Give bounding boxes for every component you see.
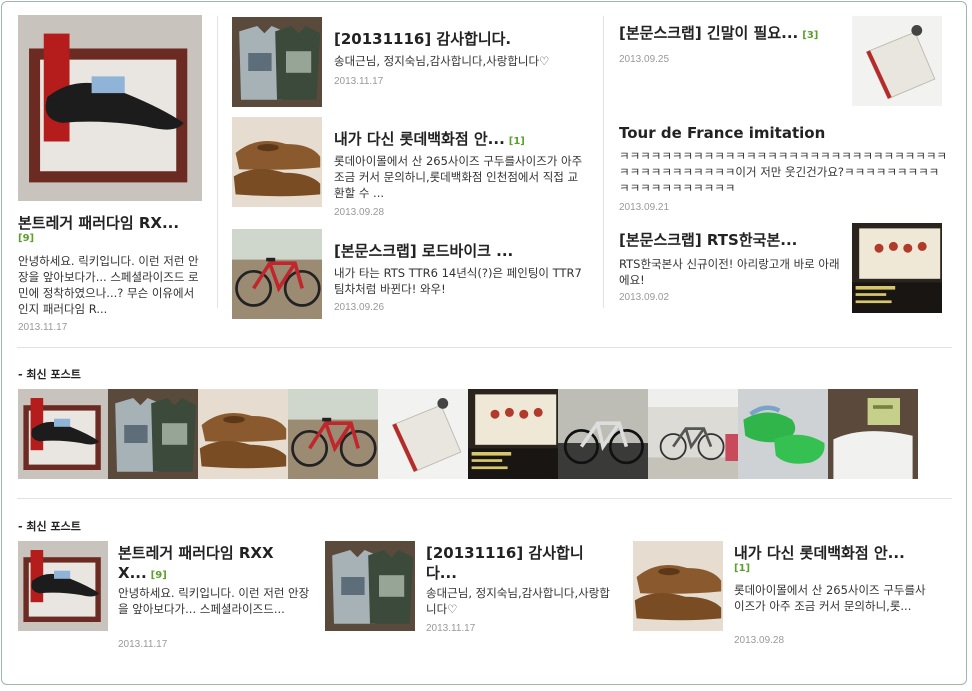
recent-thumbnail-strip	[18, 389, 918, 479]
post-comment-count[interactable]: [3]	[802, 30, 818, 41]
post-date: 2013.09.26	[334, 302, 385, 313]
post-date: 2013.09.25	[619, 54, 670, 65]
strip-thumbnail[interactable]	[198, 389, 288, 479]
saddle-photo	[18, 389, 108, 479]
post-title[interactable]: [본문스크랩] RTS한국본...	[619, 230, 847, 250]
bike-wall-photo	[648, 389, 738, 479]
recent-title[interactable]: 본트레거 패러다임 RXX X... [9]	[118, 543, 293, 583]
shoes-photo	[198, 389, 288, 479]
post-summary[interactable]: RTS한국본사 신규이전! 아리랑고개 바로 아래에요!	[619, 256, 847, 288]
recent-date: 2013.11.17	[426, 623, 476, 634]
section-divider	[17, 498, 952, 499]
saddle-photo	[18, 541, 108, 631]
recent-thumbnail[interactable]	[633, 541, 723, 631]
recent-list-heading: - 최신 포스트	[18, 520, 81, 533]
saddle-photo	[18, 15, 202, 201]
post-summary[interactable]: 내가 타는 RTS TTR6 14년식(?)은 페인팅이 TTR7 팀차처럼 바…	[334, 265, 592, 297]
post-title[interactable]: 내가 다신 롯데백화점 안... [1]	[334, 129, 596, 152]
strip-thumbnail[interactable]	[468, 389, 558, 479]
jersey-photo	[108, 389, 198, 479]
strip-thumbnail[interactable]	[828, 389, 918, 479]
post-thumbnail[interactable]	[852, 223, 942, 313]
post-summary[interactable]: 송대근님, 정지숙님,감사합니다,사랑합니다♡	[334, 53, 589, 71]
recent-comment-count[interactable]: [1]	[734, 563, 750, 574]
post-thumbnail[interactable]	[232, 229, 322, 319]
shoes-photo	[633, 541, 723, 631]
poster-photo	[468, 389, 558, 479]
recent-date: 2013.09.28	[734, 635, 785, 646]
post-title[interactable]: [20131116] 감사합니다.	[334, 29, 596, 49]
wallet-photo	[378, 389, 468, 479]
strip-thumbnail[interactable]	[558, 389, 648, 479]
poster-photo	[852, 223, 942, 313]
recent-title[interactable]: [20131116] 감사합니다...	[426, 543, 596, 583]
post-summary[interactable]: ㅋㅋㅋㅋㅋㅋㅋㅋㅋㅋㅋㅋㅋㅋㅋㅋㅋㅋㅋㅋㅋㅋㅋㅋㅋㅋㅋㅋㅋㅋㅋㅋㅋㅋㅋㅋㅋㅋㅋㅋ…	[619, 148, 949, 196]
post-thumbnail[interactable]	[232, 17, 322, 107]
post-thumbnail[interactable]	[852, 16, 942, 106]
strip-thumbnail[interactable]	[648, 389, 738, 479]
recent-title[interactable]: 내가 다신 롯데백화점 안...	[734, 543, 944, 563]
post-date: 2013.09.02	[619, 292, 670, 303]
recent-strip-heading: - 최신 포스트	[18, 368, 81, 381]
jersey-photo	[325, 541, 415, 631]
section-divider	[17, 347, 952, 348]
bike-photo	[232, 229, 322, 319]
strip-thumbnail[interactable]	[18, 389, 108, 479]
featured-date: 2013.11.17	[18, 322, 68, 333]
widget-frame: 본트레거 패러다임 RX... [9] 안녕하세요. 릭키입니다. 이런 저런 …	[1, 1, 967, 685]
post-date: 2013.11.17	[334, 76, 384, 87]
green-shoes-photo	[738, 389, 828, 479]
shoes-photo	[232, 117, 322, 207]
jersey-photo	[232, 17, 322, 107]
post-comment-count[interactable]: [1]	[509, 136, 525, 147]
column-divider-1	[217, 16, 218, 308]
recent-thumbnail[interactable]	[18, 541, 108, 631]
post-summary[interactable]: 롯데아이몰에서 산 265사이즈 구두를사이즈가 아주 조금 커서 문의하니,롯…	[334, 153, 584, 201]
strip-thumbnail[interactable]	[288, 389, 378, 479]
strip-thumbnail[interactable]	[738, 389, 828, 479]
column-divider-2	[603, 16, 604, 308]
featured-comment-count[interactable]: [9]	[18, 233, 34, 244]
recent-date: 2013.11.17	[118, 639, 168, 650]
post-date: 2013.09.28	[334, 207, 385, 218]
wallet-photo	[852, 16, 942, 106]
strip-thumbnail[interactable]	[108, 389, 198, 479]
post-date: 2013.09.21	[619, 202, 670, 213]
featured-title[interactable]: 본트레거 패러다임 RX...	[18, 213, 208, 233]
recent-summary[interactable]: 안녕하세요. 릭키입니다. 이런 저런 안장을 앞아보다가... 스페셜라이즈드…	[118, 585, 310, 633]
box-photo	[828, 389, 918, 479]
recent-comment-count[interactable]: [9]	[151, 570, 167, 581]
strip-thumbnail[interactable]	[378, 389, 468, 479]
post-thumbnail[interactable]	[232, 117, 322, 207]
bike-photo	[288, 389, 378, 479]
featured-summary[interactable]: 안녕하세요. 릭키입니다. 이런 저런 안장을 앞아보다가... 스페셜라이즈드…	[18, 253, 202, 317]
featured-thumbnail[interactable]	[18, 15, 202, 201]
recent-summary[interactable]: 송대근님, 정지숙님,감사합니다,사랑합니다♡	[426, 585, 611, 617]
post-title[interactable]: [본문스크랩] 긴말이 필요... [3]	[619, 23, 847, 46]
post-title[interactable]: Tour de France imitation	[619, 123, 949, 143]
recent-thumbnail[interactable]	[325, 541, 415, 631]
recent-summary[interactable]: 롯데아이몰에서 산 265사이즈 구두를사이즈가 아주 조금 커서 문의하니,롯…	[734, 582, 930, 630]
post-title[interactable]: [본문스크랩] 로드바이크 ...	[334, 241, 596, 261]
bike-indoor-photo	[558, 389, 648, 479]
